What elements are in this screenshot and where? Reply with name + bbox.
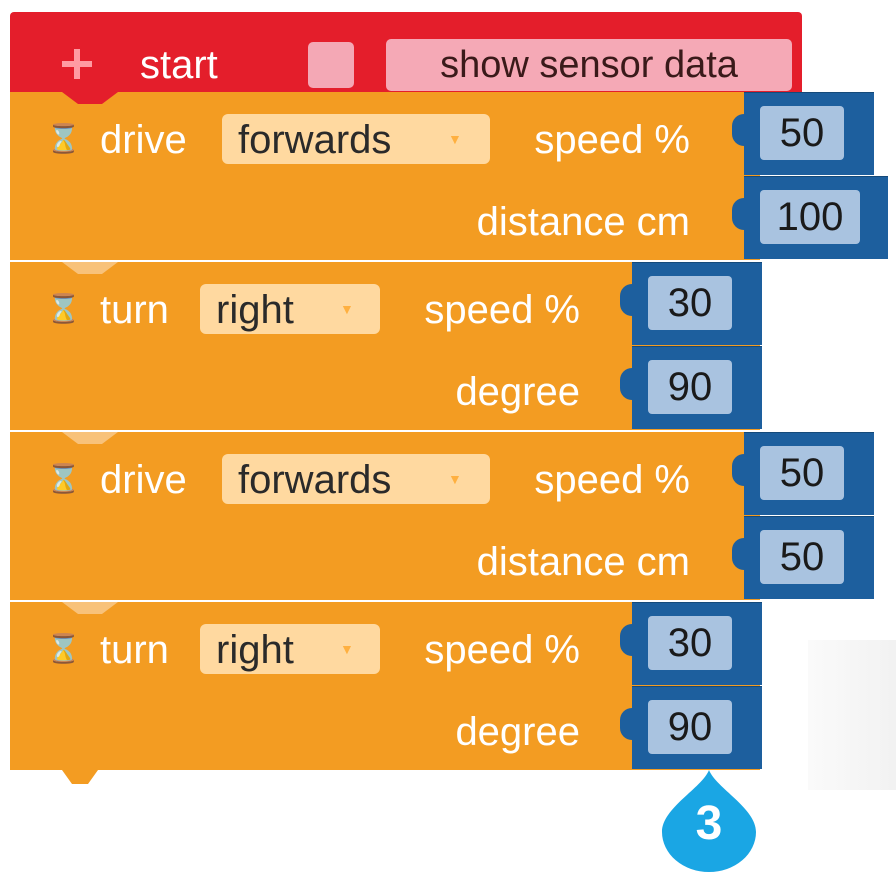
direction-dropdown[interactable]: right ▼ xyxy=(200,624,380,674)
degree-socket[interactable]: 90 xyxy=(620,686,762,769)
distance-socket[interactable]: 100 xyxy=(732,176,888,259)
hourglass-icon: ⌛ xyxy=(46,123,81,154)
direction-value: forwards xyxy=(238,458,392,502)
drive-label: drive xyxy=(100,118,187,162)
callout-marker: 3 xyxy=(656,768,762,874)
drive-label: drive xyxy=(100,458,187,502)
degree-input[interactable]: 90 xyxy=(648,360,732,414)
drive-block[interactable]: ⌛ drive forwards ▼ speed % distance cm xyxy=(10,92,760,260)
degree-label: degree xyxy=(455,710,580,754)
show-sensor-data-checkbox[interactable] xyxy=(308,42,354,88)
socket-tab xyxy=(620,284,638,316)
speed-input[interactable]: 50 xyxy=(760,446,844,500)
speed-label: speed % xyxy=(424,288,580,332)
chevron-down-icon: ▼ xyxy=(448,131,462,147)
socket-tab xyxy=(620,368,638,400)
socket-tab xyxy=(732,198,750,230)
hourglass-icon: ⌛ xyxy=(46,633,81,664)
speed-label: speed % xyxy=(534,458,690,502)
distance-input[interactable]: 50 xyxy=(760,530,844,584)
speed-input[interactable]: 30 xyxy=(648,616,732,670)
speed-label: speed % xyxy=(534,118,690,162)
background-shadow xyxy=(808,640,896,790)
code-workspace: start show sensor data ⌛ drive forwards … xyxy=(0,0,896,889)
start-block[interactable]: start show sensor data xyxy=(10,12,802,92)
block-bottom-notch xyxy=(62,770,98,789)
chevron-down-icon: ▼ xyxy=(448,471,462,487)
start-label: start xyxy=(140,43,218,87)
distance-input[interactable]: 100 xyxy=(760,190,860,244)
callout-number: 3 xyxy=(695,797,723,850)
turn-label: turn xyxy=(100,628,169,672)
block-notch xyxy=(62,262,118,274)
socket-tab xyxy=(732,538,750,570)
distance-label: distance cm xyxy=(476,200,690,244)
chevron-down-icon: ▼ xyxy=(340,641,354,657)
socket-tab xyxy=(620,624,638,656)
direction-dropdown[interactable]: right ▼ xyxy=(200,284,380,334)
socket-tab xyxy=(732,454,750,486)
direction-value: right xyxy=(216,288,294,332)
speed-socket[interactable]: 50 xyxy=(732,92,874,175)
block-notch xyxy=(62,602,118,614)
hourglass-icon: ⌛ xyxy=(46,463,81,494)
chevron-down-icon: ▼ xyxy=(340,301,354,317)
degree-input[interactable]: 90 xyxy=(648,700,732,754)
speed-label: speed % xyxy=(424,628,580,672)
distance-label: distance cm xyxy=(476,540,690,584)
block-notch xyxy=(62,432,118,444)
socket-tab xyxy=(732,114,750,146)
degree-label: degree xyxy=(455,370,580,414)
direction-value: forwards xyxy=(238,118,392,162)
show-sensor-data-label: show sensor data xyxy=(386,39,792,91)
speed-socket[interactable]: 30 xyxy=(620,602,762,685)
drive-block[interactable]: ⌛ drive forwards ▼ speed % distance cm xyxy=(10,432,760,600)
socket-tab xyxy=(620,708,638,740)
speed-socket[interactable]: 50 xyxy=(732,432,874,515)
turn-label: turn xyxy=(100,288,169,332)
direction-value: right xyxy=(216,628,294,672)
speed-socket[interactable]: 30 xyxy=(620,262,762,345)
block-notch xyxy=(62,92,118,104)
speed-input[interactable]: 30 xyxy=(648,276,732,330)
hourglass-icon: ⌛ xyxy=(46,293,81,324)
speed-input[interactable]: 50 xyxy=(760,106,844,160)
distance-socket[interactable]: 50 xyxy=(732,516,874,599)
direction-dropdown[interactable]: forwards ▼ xyxy=(222,114,490,164)
direction-dropdown[interactable]: forwards ▼ xyxy=(222,454,490,504)
degree-socket[interactable]: 90 xyxy=(620,346,762,429)
